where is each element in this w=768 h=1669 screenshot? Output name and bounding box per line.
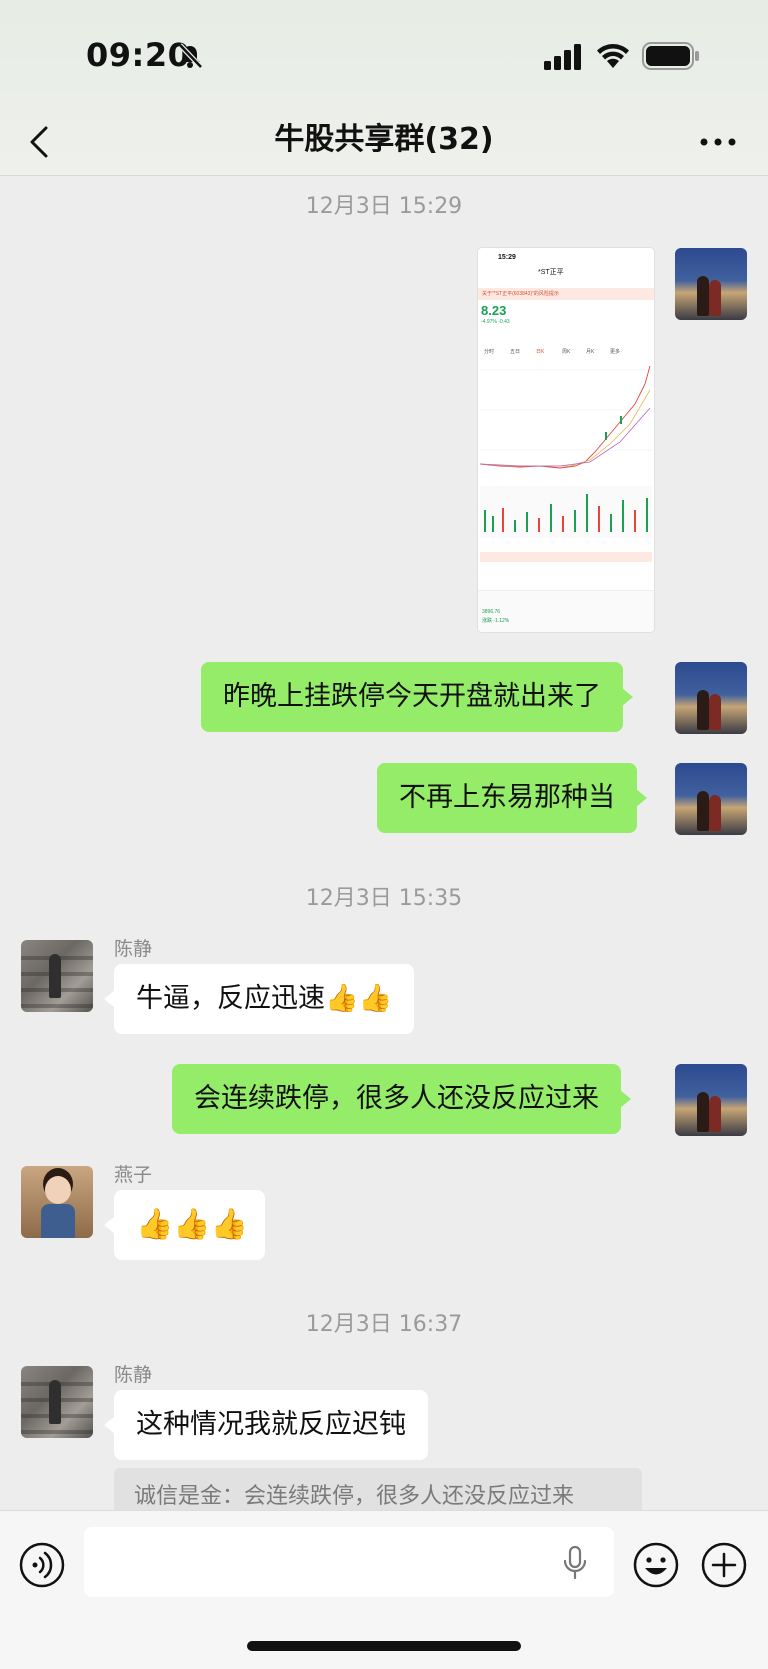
battery-icon xyxy=(642,42,699,70)
bell-slash-icon xyxy=(178,43,203,69)
home-indicator xyxy=(247,1641,521,1651)
stock-image-name: *ST正平 xyxy=(538,269,564,276)
message-bubble-self[interactable]: 不再上东易那种当 xyxy=(377,763,647,833)
signal-icon xyxy=(544,44,581,70)
stock-tab: 日K xyxy=(536,349,545,355)
timestamp: 12月3日 15:35 xyxy=(305,886,463,911)
stock-image-warning: 关于"*ST正平(603843)"的风险提示 xyxy=(478,288,654,300)
stock-image-bottom-bar: 3896.76 涨跌 -1.12% xyxy=(478,590,654,632)
avatar-self[interactable] xyxy=(675,662,747,734)
stock-tab: 分时 xyxy=(484,349,495,355)
microphone-icon[interactable] xyxy=(562,1545,588,1581)
message-bubble-other[interactable]: 牛逼，反应迅速👍👍 xyxy=(103,964,415,1034)
timestamp: 12月3日 15:29 xyxy=(305,194,463,219)
stock-tab: 月K xyxy=(586,349,595,355)
avatar-chenjing[interactable] xyxy=(21,940,93,1012)
avatar-yanzi[interactable] xyxy=(21,1166,93,1238)
status-time: 09:20 xyxy=(86,36,191,74)
sender-name: 燕子 xyxy=(114,1164,153,1186)
status-bar: 09:20 xyxy=(0,0,768,100)
nav-bar: 牛股共享群(32) xyxy=(0,110,768,176)
stock-image-time: 15:29 xyxy=(498,254,516,261)
stock-tab: 周K xyxy=(562,349,571,355)
input-bar xyxy=(0,1510,768,1669)
stock-screenshot-image[interactable]: 15:29 *ST正平 关于"*ST正平(603843)"的风险提示 8.23 … xyxy=(478,248,654,632)
message-bubble-other[interactable]: 👍👍👍 xyxy=(104,1190,265,1260)
emoji-icon[interactable] xyxy=(632,1541,680,1589)
message-input[interactable] xyxy=(84,1527,614,1597)
timestamp: 12月3日 16:37 xyxy=(305,1312,463,1337)
avatar-self[interactable] xyxy=(675,248,747,320)
stock-index-value: 3896.76 xyxy=(482,609,501,615)
sender-name: 陈静 xyxy=(114,1364,153,1386)
stock-tab: 五日 xyxy=(510,349,521,355)
avatar-chenjing[interactable] xyxy=(21,1366,93,1438)
message-bubble-self[interactable]: 会连续跌停，很多人还没反应过来 xyxy=(172,1064,631,1134)
stock-kline-chart xyxy=(480,365,652,562)
sender-name: 陈静 xyxy=(114,938,153,960)
message-bubble-other[interactable]: 这种情况我就反应迟钝 xyxy=(104,1390,428,1460)
stock-image-tabs: 分时 五日 日K 周K 月K 更多 xyxy=(478,348,654,358)
avatar-self[interactable] xyxy=(675,763,747,835)
plus-icon[interactable] xyxy=(700,1541,748,1589)
avatar-self[interactable] xyxy=(675,1064,747,1136)
wifi-icon xyxy=(597,44,629,68)
stock-image-change: -4.97% -0.43 xyxy=(481,319,510,325)
stock-tab: 更多 xyxy=(610,349,621,355)
stock-index-change: 涨跌 -1.12% xyxy=(482,618,510,624)
top-area: 09:20 牛股共享群(32) xyxy=(0,0,768,176)
message-bubble-self[interactable]: 昨晚上挂跌停今天开盘就出来了 xyxy=(201,662,633,732)
more-dots-icon[interactable] xyxy=(698,134,738,150)
stock-image-price: 8.23 xyxy=(481,303,507,318)
chat-title: 牛股共享群(32) xyxy=(274,122,494,157)
voice-icon[interactable] xyxy=(18,1541,66,1589)
